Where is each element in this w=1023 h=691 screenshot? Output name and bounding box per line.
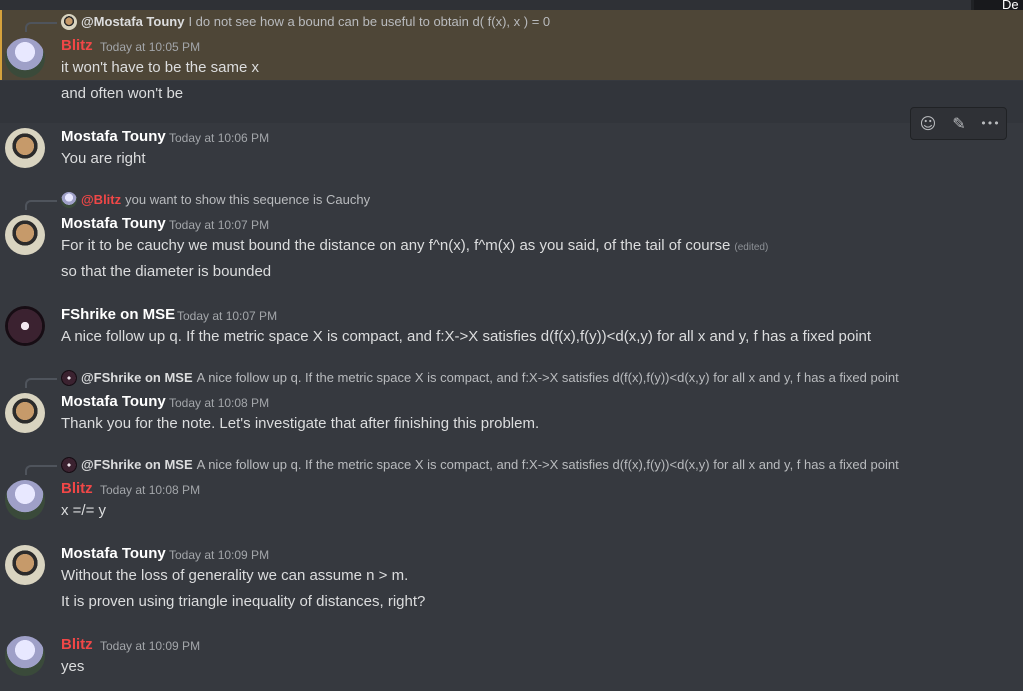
reply-preview[interactable]: @FShrike on MSE A nice follow up q. If th…: [81, 370, 899, 385]
reply-connector: [25, 465, 57, 475]
avatar[interactable]: [5, 128, 45, 168]
reply-text: you want to show this sequence is Cauchy: [125, 192, 371, 207]
message-text: Without the loss of generality we can as…: [61, 567, 409, 584]
message-timestamp: Today at 10:09 PM: [100, 639, 201, 653]
reply-text: A nice follow up q. If the metric space …: [196, 370, 899, 385]
avatar[interactable]: [5, 480, 45, 520]
top-bar: [0, 0, 1023, 10]
avatar[interactable]: [5, 306, 45, 346]
message-author[interactable]: Mostafa Touny: [61, 393, 166, 410]
message-author[interactable]: Blitz: [61, 480, 93, 497]
reply-connector: [25, 378, 57, 388]
message-author[interactable]: Blitz: [61, 37, 93, 54]
reply-author[interactable]: @Mostafa Touny: [81, 14, 184, 29]
reply-text: I do not see how a bound can be useful t…: [188, 14, 551, 29]
avatar[interactable]: [5, 545, 45, 585]
message-author[interactable]: Blitz: [61, 636, 93, 653]
reply-avatar: [61, 192, 77, 208]
reply-avatar: [61, 457, 77, 473]
message-timestamp: Today at 10:06 PM: [169, 131, 270, 145]
edit-icon[interactable]: ✎: [947, 112, 971, 136]
message-timestamp: Today at 10:05 PM: [100, 40, 201, 54]
reply-connector: [25, 200, 57, 210]
message-text: Thank you for the note. Let's investigat…: [61, 415, 540, 432]
reply-preview[interactable]: @Blitz you want to show this sequence is …: [81, 192, 370, 207]
message-timestamp: Today at 10:07 PM: [169, 218, 270, 232]
reply-author[interactable]: @FShrike on MSE: [81, 457, 193, 472]
avatar[interactable]: [5, 393, 45, 433]
reply-author[interactable]: @FShrike on MSE: [81, 370, 193, 385]
reply-avatar: [61, 14, 77, 30]
message-text: so that the diameter is bounded: [61, 263, 272, 280]
reply-preview[interactable]: @FShrike on MSE A nice follow up q. If th…: [81, 457, 899, 472]
message-author[interactable]: Mostafa Touny: [61, 545, 166, 562]
message-text: and often won't be: [61, 85, 184, 102]
reply-connector: [25, 22, 57, 32]
message-timestamp: Today at 10:07 PM: [177, 309, 278, 323]
message-text-content: For it to be cauchy we must bound the di…: [61, 237, 731, 254]
message-text: x =/= y: [61, 502, 107, 519]
more-icon[interactable]: •••: [978, 112, 1002, 136]
message-text: You are right: [61, 150, 146, 167]
reply-text: A nice follow up q. If the metric space …: [196, 457, 899, 472]
message-author[interactable]: FShrike on MSE: [61, 306, 175, 323]
avatar[interactable]: [5, 38, 45, 78]
message-text: It is proven using triangle inequality o…: [61, 593, 426, 610]
reply-preview[interactable]: @Mostafa Touny I do not see how a bound c…: [81, 14, 550, 29]
message-text: it won't have to be the same x: [61, 59, 259, 76]
message-text: A nice follow up q. If the metric space …: [61, 328, 872, 345]
avatar[interactable]: [5, 215, 45, 255]
reply-avatar: [61, 370, 77, 386]
message-text: yes: [61, 658, 85, 675]
avatar[interactable]: [5, 636, 45, 676]
message-timestamp: Today at 10:08 PM: [169, 396, 270, 410]
edited-marker: (edited): [734, 242, 769, 253]
message-timestamp: Today at 10:09 PM: [169, 548, 270, 562]
message-text: For it to be cauchy we must bound the di…: [61, 237, 768, 254]
reply-author[interactable]: @Blitz: [81, 192, 121, 207]
message-timestamp: Today at 10:08 PM: [100, 483, 201, 497]
message-actions-toolbar: ☺ ✎ •••: [910, 107, 1007, 140]
add-reaction-icon[interactable]: ☺: [916, 112, 940, 136]
message-author[interactable]: Mostafa Touny: [61, 128, 166, 145]
message-author[interactable]: Mostafa Touny: [61, 215, 166, 232]
mention-highlight-bar: [0, 10, 2, 80]
